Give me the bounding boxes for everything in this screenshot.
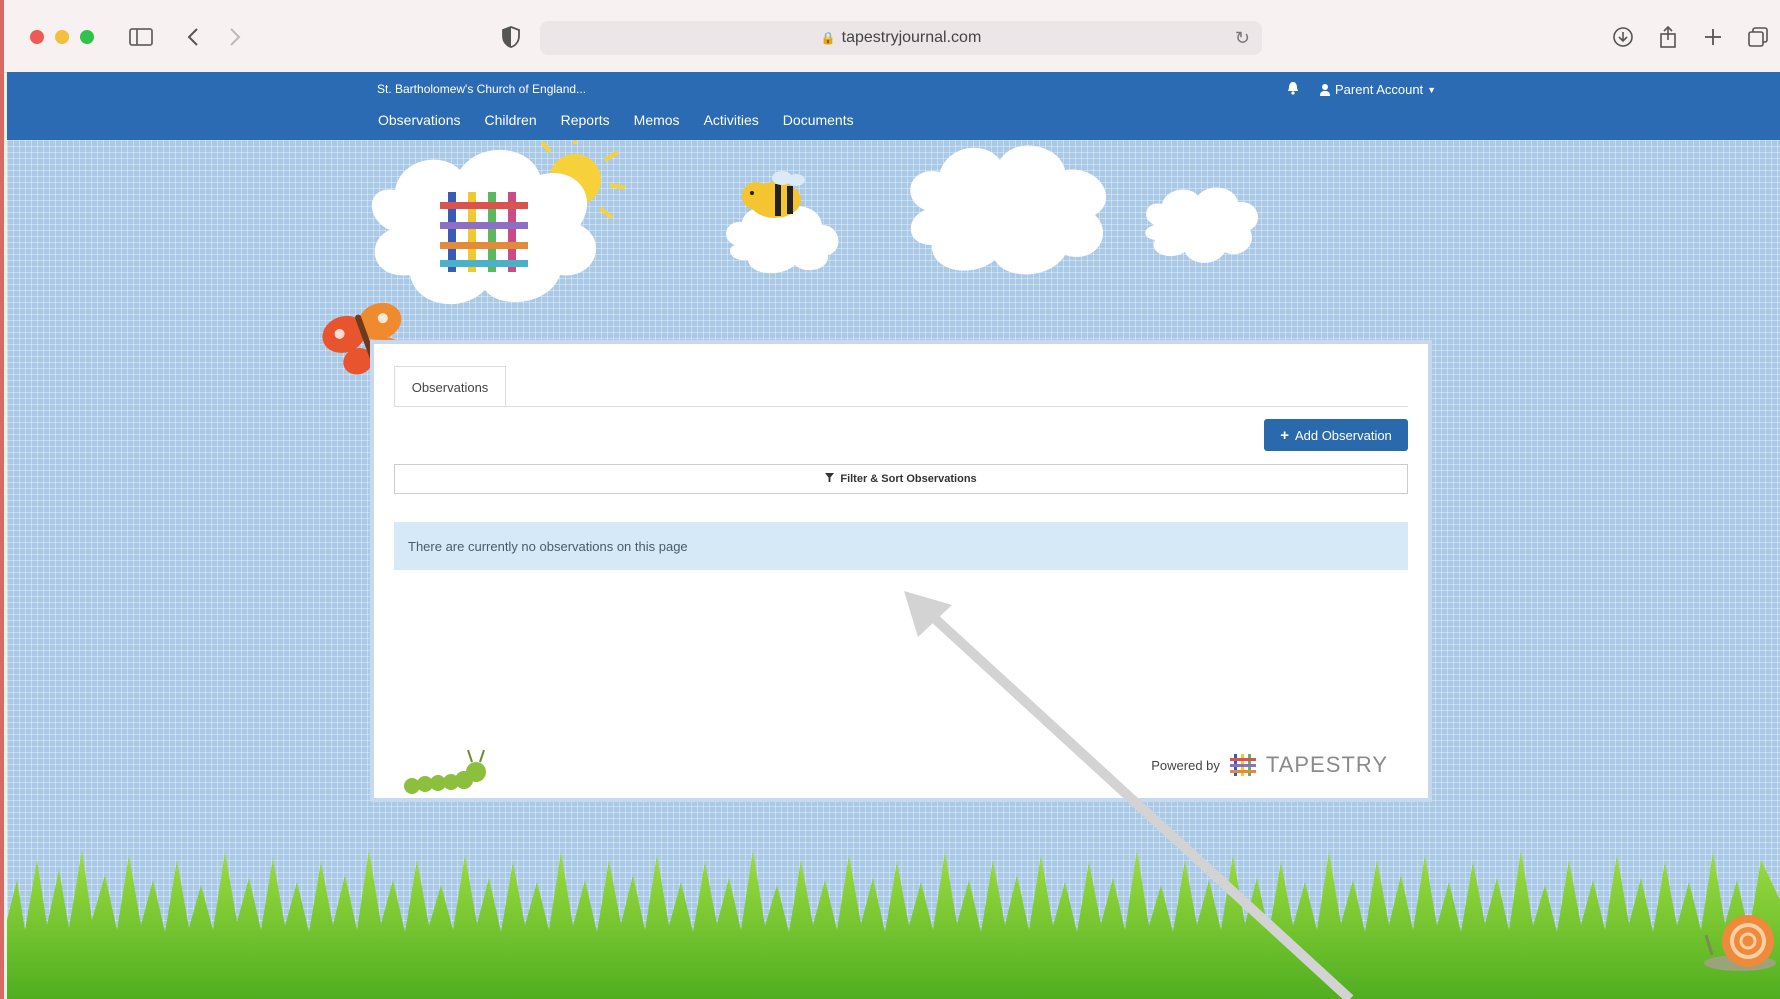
filter-label: Filter & Sort Observations	[840, 473, 977, 485]
plus-icon: +	[1280, 426, 1289, 444]
caret-down-icon: ▼	[1427, 84, 1437, 95]
sidebar-icon[interactable]	[128, 24, 154, 50]
close-window-button[interactable]	[30, 30, 44, 44]
snail-icon	[1704, 915, 1776, 971]
url-text: tapestryjournal.com	[841, 29, 982, 46]
nav-children[interactable]: Children	[484, 112, 536, 128]
caterpillar-icon	[404, 749, 486, 794]
back-icon[interactable]	[180, 24, 206, 50]
bee-cloud-icon	[726, 171, 839, 274]
minimize-window-button[interactable]	[55, 30, 69, 44]
share-icon[interactable]	[1655, 24, 1681, 50]
account-area: Parent Account ▼	[1287, 81, 1436, 98]
tab-observations[interactable]: Observations	[394, 366, 506, 407]
window-controls	[30, 30, 94, 44]
notification-bell-icon[interactable]	[1287, 81, 1299, 98]
browser-window: 🔒 tapestryjournal.com ↻ St. Bartholomew'…	[0, 0, 1780, 999]
nav-observations[interactable]: Observations	[378, 112, 460, 128]
account-label: Parent Account	[1335, 82, 1424, 97]
tab-overview-icon[interactable]	[1745, 24, 1771, 50]
window-edge	[0, 0, 4, 999]
filter-icon	[825, 473, 835, 485]
download-icon[interactable]	[1610, 24, 1636, 50]
new-tab-icon[interactable]	[1700, 24, 1726, 50]
zoom-window-button[interactable]	[80, 30, 94, 44]
logo-cloud-icon	[371, 140, 626, 305]
nav-memos[interactable]: Memos	[634, 112, 680, 128]
site-navbar: St. Bartholomew's Church of England... O…	[7, 72, 1780, 140]
filter-sort-button[interactable]: Filter & Sort Observations	[394, 464, 1408, 494]
school-name[interactable]: St. Bartholomew's Church of England...	[377, 82, 586, 96]
nav-documents[interactable]: Documents	[783, 112, 854, 128]
tab-divider	[394, 406, 1408, 407]
nav-reports[interactable]: Reports	[561, 112, 610, 128]
small-cloud-icon	[1145, 187, 1259, 263]
address-bar[interactable]: 🔒 tapestryjournal.com ↻	[540, 21, 1262, 55]
add-observation-button[interactable]: + Add Observation	[1264, 419, 1408, 451]
empty-state-message: There are currently no observations on t…	[394, 522, 1408, 570]
privacy-shield-icon[interactable]	[498, 24, 524, 50]
cloud-icon	[910, 145, 1107, 275]
main-nav: Observations Children Reports Memos Acti…	[378, 112, 854, 128]
account-menu[interactable]: Parent Account ▼	[1319, 82, 1436, 97]
reload-icon[interactable]: ↻	[1235, 28, 1250, 49]
annotation-arrow-icon	[904, 591, 1354, 999]
lock-icon: 🔒	[820, 31, 836, 45]
forward-icon[interactable]	[222, 24, 248, 50]
user-icon	[1320, 84, 1330, 96]
browser-toolbar: 🔒 tapestryjournal.com ↻	[0, 0, 1780, 999]
nav-activities[interactable]: Activities	[704, 112, 759, 128]
add-observation-label: Add Observation	[1294, 427, 1392, 443]
